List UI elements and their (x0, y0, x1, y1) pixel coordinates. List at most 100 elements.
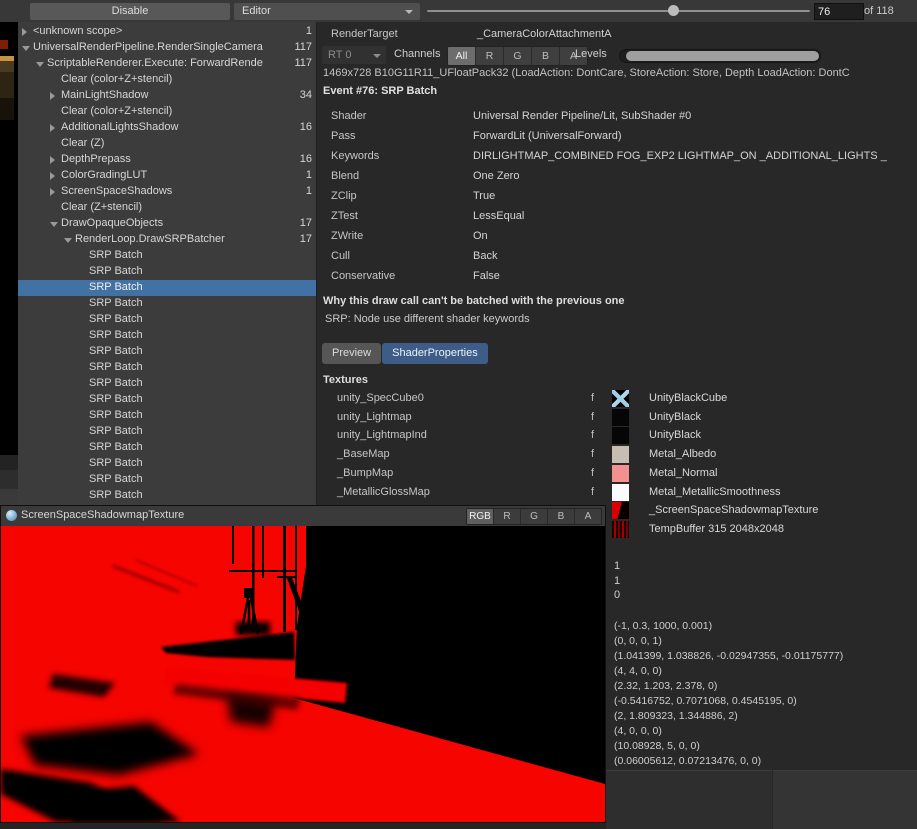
texture-row[interactable]: unity_LightmapfUnityBlack (317, 409, 917, 427)
tree-item[interactable]: Clear (color+Z+stencil) (18, 104, 316, 120)
texture-row[interactable]: _MetallicGlossMapfMetal_MetallicSmoothne… (317, 484, 917, 502)
channel-button-b[interactable]: B (548, 509, 575, 524)
shadowmap-preview-image (1, 526, 605, 822)
background-window-edge (0, 455, 18, 470)
channel-button-g[interactable]: G (521, 509, 548, 524)
tree-item[interactable]: Clear (Z) (18, 136, 316, 152)
expand-arrow-icon[interactable] (50, 124, 55, 132)
shader-state-row: KeywordsDIRLIGHTMAP_COMBINED FOG_EXP2 LI… (317, 148, 917, 168)
tree-item[interactable]: ColorGradingLUT1 (18, 168, 316, 184)
tree-item[interactable]: SRP Batch (18, 264, 316, 280)
channel-button-r[interactable]: R (476, 47, 504, 65)
levels-slider[interactable] (619, 49, 821, 63)
texture-thumbnail-black[interactable] (612, 409, 629, 426)
tree-item[interactable]: SRP Batch (18, 376, 316, 392)
texture-row[interactable]: unity_SpecCube0fUnityBlackCube (317, 390, 917, 408)
texture-name: UnityBlack (649, 429, 701, 441)
tree-item[interactable]: SRP Batch (18, 408, 316, 424)
channel-button-r[interactable]: R (494, 509, 521, 524)
tree-item[interactable]: SRP Batch (18, 360, 316, 376)
texture-thumbnail-normal[interactable] (612, 465, 629, 482)
tab-preview[interactable]: Preview (322, 343, 381, 364)
frame-number-input[interactable] (814, 3, 864, 20)
tree-item[interactable]: SRP Batch (18, 424, 316, 440)
tree-item-count: 117 (294, 57, 312, 69)
expand-arrow-icon[interactable] (22, 28, 27, 36)
channel-button-all[interactable]: All (448, 47, 476, 65)
tree-item[interactable]: SRP Batch (18, 248, 316, 264)
texture-thumbnail-albedo[interactable] (612, 446, 629, 463)
texture-row[interactable]: _BaseMapfMetal_Albedo (317, 446, 917, 464)
tree-item[interactable]: SRP Batch (18, 392, 316, 408)
tree-item[interactable]: Clear (color+Z+stencil) (18, 72, 316, 88)
tree-item[interactable]: AdditionalLightsShadow16 (18, 120, 316, 136)
tree-item[interactable]: Clear (Z+stencil) (18, 200, 316, 216)
target-select-dropdown[interactable]: Editor (234, 3, 420, 20)
rt-select-dropdown[interactable]: RT 0 (322, 46, 386, 64)
shader-state-value: LessEqual (473, 210, 917, 222)
event-title: Event #76: SRP Batch (323, 85, 437, 97)
tree-item[interactable]: SRP Batch (18, 456, 316, 472)
vector-value: (2, 1.809323, 1.344886, 2) (614, 710, 843, 725)
channel-button-group: AllRGBA (447, 46, 588, 66)
tree-item-count: 1 (306, 185, 312, 197)
tree-item[interactable]: SRP Batch (18, 472, 316, 488)
tree-item[interactable]: DepthPrepass16 (18, 152, 316, 168)
tab-shaderproperties[interactable]: ShaderProperties (382, 343, 488, 364)
frame-slider-handle[interactable] (668, 5, 679, 16)
collapse-arrow-icon[interactable] (50, 222, 58, 227)
preview-channel-button-group: RGBRGBA (466, 508, 602, 525)
texture-thumbnail-white[interactable] (612, 484, 629, 501)
batch-break-title: Why this draw call can't be batched with… (323, 295, 625, 307)
shader-state-value: DIRLIGHTMAP_COMBINED FOG_EXP2 LIGHTMAP_O… (473, 150, 917, 162)
tree-item[interactable]: ScriptableRenderer.Execute: ForwardRende… (18, 56, 316, 72)
collapse-arrow-icon[interactable] (36, 62, 44, 67)
expand-arrow-icon[interactable] (50, 156, 55, 164)
collapse-arrow-icon[interactable] (64, 238, 72, 243)
texture-name: UnityBlackCube (649, 392, 727, 404)
channel-button-g[interactable]: G (504, 47, 532, 65)
tree-item[interactable]: SRP Batch (18, 440, 316, 456)
tree-item[interactable]: SRP Batch (18, 488, 316, 504)
tree-item[interactable]: SRP Batch (18, 280, 316, 296)
vector-value-list: (-1, 0.3, 1000, 0.001)(0, 0, 0, 1)(1.041… (614, 620, 843, 770)
tree-item[interactable]: SRP Batch (18, 344, 316, 360)
shader-state-label: Conservative (331, 270, 395, 282)
tree-item[interactable]: ScreenSpaceShadows1 (18, 184, 316, 200)
tree-item[interactable]: SRP Batch (18, 296, 316, 312)
expand-arrow-icon[interactable] (50, 92, 55, 100)
texture-thumbnail-blackcube[interactable] (612, 390, 629, 407)
channel-button-rgb[interactable]: RGB (467, 509, 494, 524)
tree-item[interactable]: UniversalRenderPipeline.RenderSingleCame… (18, 40, 316, 56)
frame-slider-track[interactable] (427, 10, 810, 12)
disable-button[interactable]: Disable (30, 3, 230, 20)
tree-item-label: ColorGradingLUT (61, 169, 292, 181)
tree-item[interactable]: SRP Batch (18, 328, 316, 344)
levels-label: Levels (575, 48, 607, 60)
shader-state-value: False (473, 270, 917, 282)
tree-item[interactable]: RenderLoop.DrawSRPBatcher17 (18, 232, 316, 248)
channel-button-a[interactable]: A (575, 509, 601, 524)
shader-state-row: PassForwardLit (UniversalForward) (317, 128, 917, 148)
texture-row[interactable]: _BumpMapfMetal_Normal (317, 465, 917, 483)
texture-thumbnail-black[interactable] (612, 427, 629, 444)
background-panel (606, 770, 772, 829)
tree-item[interactable]: SRP Batch (18, 312, 316, 328)
tree-item[interactable]: MainLightShadow34 (18, 88, 316, 104)
tree-item-label: AdditionalLightsShadow (61, 121, 292, 133)
expand-arrow-icon[interactable] (50, 172, 55, 180)
texture-property-name: _MetallicGlossMap (337, 486, 430, 498)
texture-thumbnail-tempbuffer[interactable] (612, 521, 629, 538)
levels-slider-bar[interactable] (626, 51, 819, 61)
texture-thumbnail-shadowmap[interactable] (612, 502, 629, 519)
channel-button-b[interactable]: B (532, 47, 560, 65)
tree-item[interactable]: <unknown scope>1 (18, 24, 316, 40)
tree-item-label: ScriptableRenderer.Execute: ForwardRende (47, 57, 292, 69)
texture-row[interactable]: unity_LightmapIndfUnityBlack (317, 427, 917, 445)
tree-item[interactable]: DrawOpaqueObjects17 (18, 216, 316, 232)
vector-value: (-1, 0.3, 1000, 0.001) (614, 620, 843, 635)
collapse-arrow-icon[interactable] (22, 46, 30, 51)
expand-arrow-icon[interactable] (50, 188, 55, 196)
preview-window-titlebar[interactable]: ScreenSpaceShadowmapTexture RGBRGBA (1, 506, 605, 527)
tree-item-label: MainLightShadow (61, 89, 292, 101)
